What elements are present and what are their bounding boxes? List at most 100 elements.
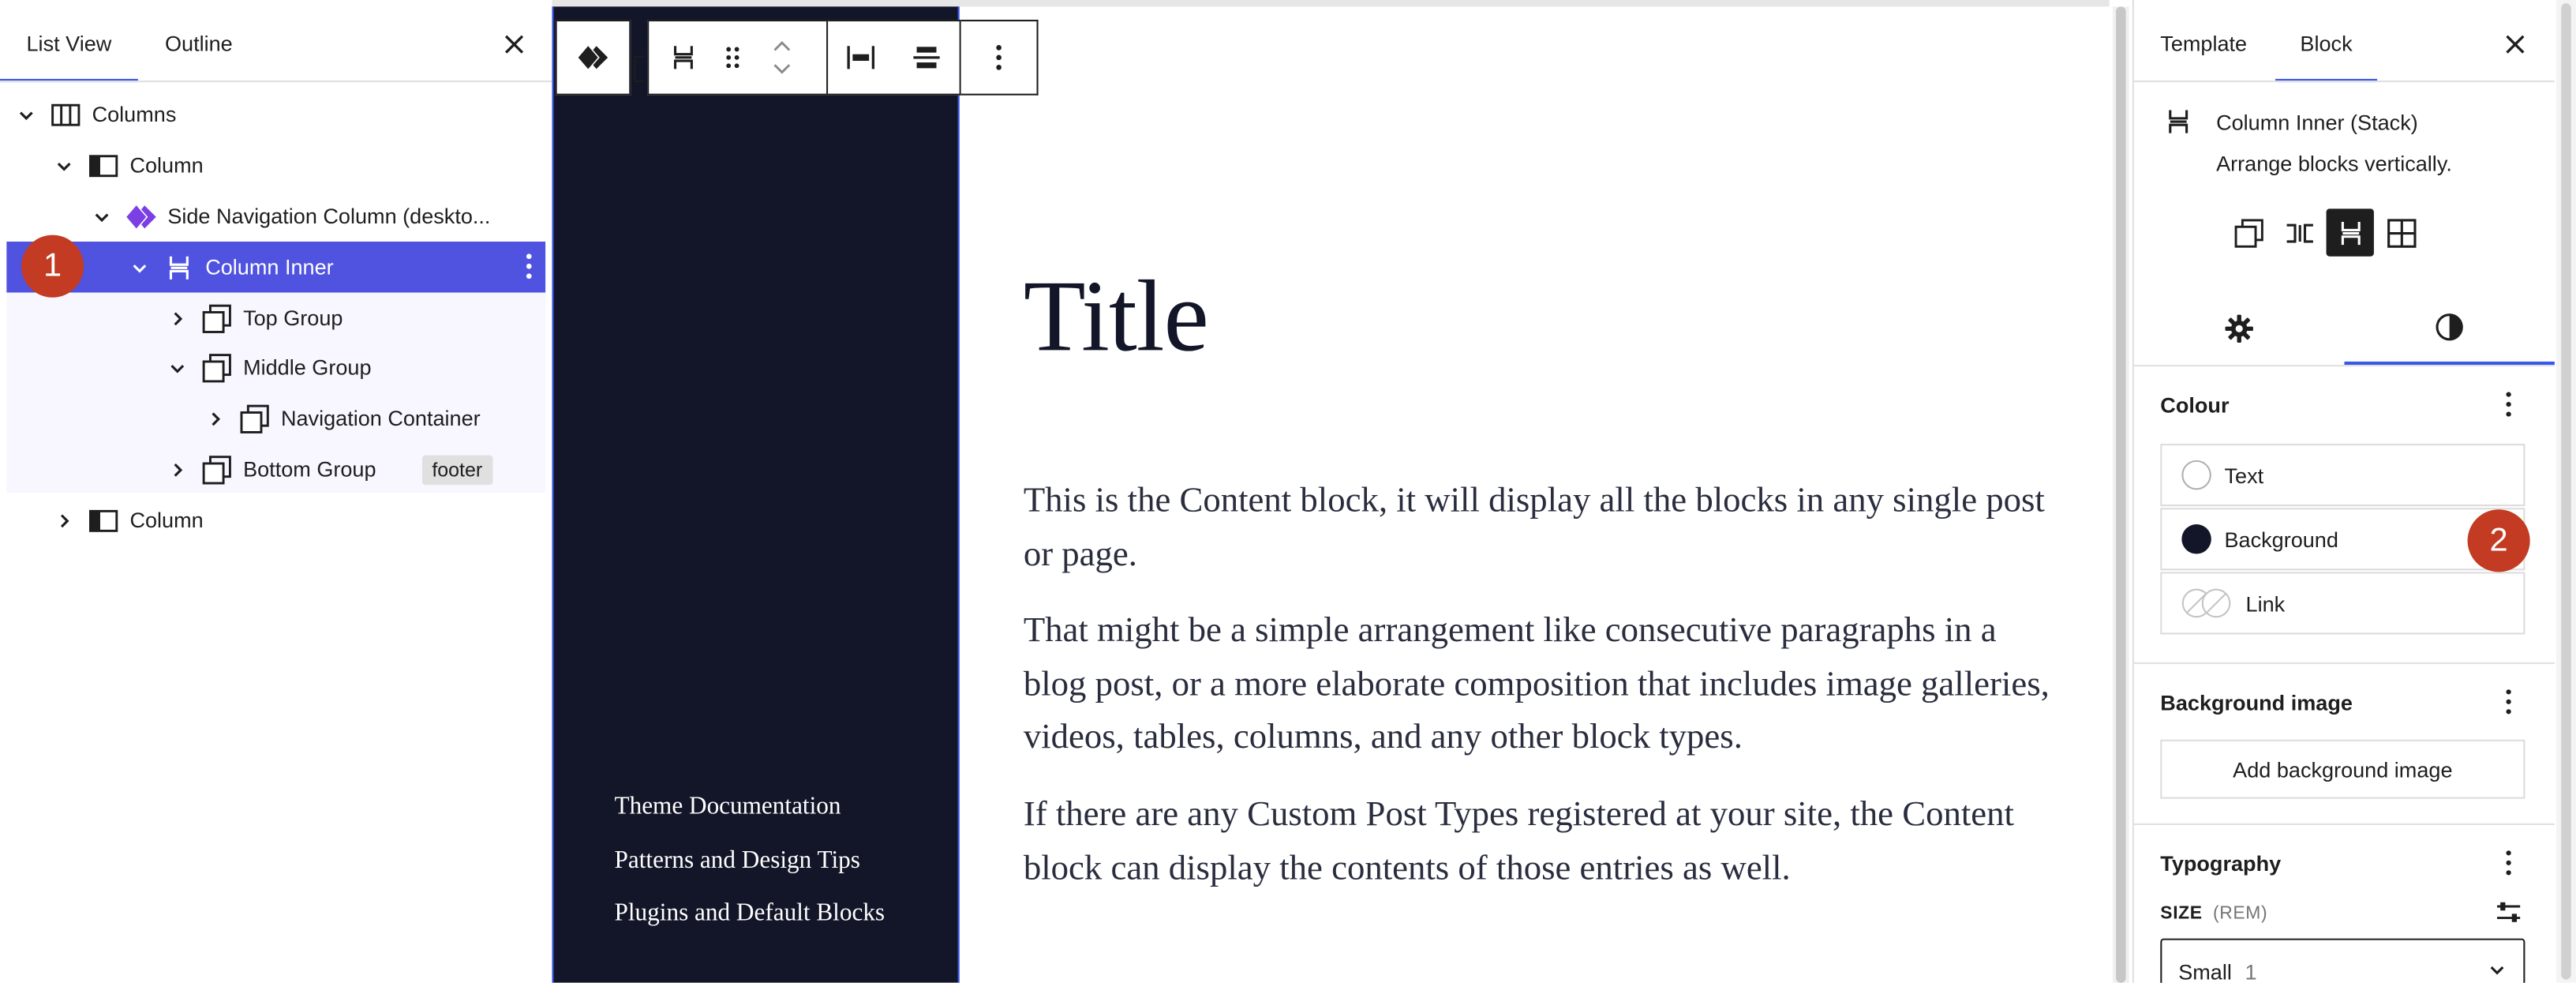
list-view-panel: List View Outline Columns Column Side Na… bbox=[0, 0, 554, 983]
tab-styles[interactable] bbox=[2344, 293, 2555, 366]
font-size-select[interactable]: Small 1 bbox=[2160, 938, 2525, 983]
move-up-down-buttons[interactable] bbox=[758, 21, 807, 94]
block-switcher-group bbox=[647, 19, 829, 96]
tab-block[interactable]: Block bbox=[2275, 0, 2378, 83]
more-options-button[interactable] bbox=[960, 19, 1039, 96]
tree-item-label: Column bbox=[129, 152, 204, 178]
chevron-down-icon[interactable] bbox=[13, 101, 39, 127]
canvas-scrollbar[interactable] bbox=[2112, 6, 2129, 983]
tab-block-label: Block bbox=[2300, 31, 2353, 56]
post-title[interactable]: Title bbox=[1024, 260, 1209, 377]
colour-text-item[interactable]: Text bbox=[2160, 444, 2525, 507]
typography-options-button[interactable] bbox=[2489, 843, 2529, 883]
link-color-swatch bbox=[2181, 588, 2233, 618]
colour-options-button[interactable] bbox=[2489, 385, 2529, 424]
add-background-image-button[interactable]: Add background image bbox=[2160, 739, 2525, 799]
close-icon bbox=[504, 35, 524, 54]
group-icon bbox=[200, 302, 234, 335]
block-card-icon bbox=[2167, 108, 2190, 134]
colour-link-item[interactable]: Link bbox=[2160, 572, 2525, 635]
tree-item-column[interactable]: Column bbox=[0, 140, 552, 191]
chevron-down-icon[interactable] bbox=[126, 254, 152, 280]
tree-item-label: Top Group bbox=[243, 306, 343, 331]
chevron-right-icon[interactable] bbox=[164, 305, 190, 331]
sidebar-scrollbar[interactable] bbox=[2555, 0, 2576, 983]
columns-icon bbox=[49, 98, 82, 131]
canvas-top-border bbox=[552, 0, 2110, 7]
scrollbar-thumb[interactable] bbox=[2561, 3, 2571, 980]
parent-selector-button[interactable] bbox=[555, 19, 631, 96]
tab-template[interactable]: Template bbox=[2160, 0, 2259, 82]
gear-icon bbox=[2225, 314, 2253, 343]
content-paragraph-1[interactable]: This is the Content block, it will displ… bbox=[1024, 474, 2058, 580]
background-image-options-button[interactable] bbox=[2489, 682, 2529, 722]
more-vertical-icon bbox=[2506, 689, 2511, 715]
side-navigation-column[interactable] bbox=[552, 6, 960, 983]
background-color-swatch bbox=[2181, 524, 2211, 554]
tab-template-label: Template bbox=[2160, 31, 2248, 56]
styles-half-circle-icon bbox=[2436, 313, 2463, 341]
tree-item-middle-group[interactable]: Middle Group bbox=[0, 342, 552, 393]
typography-section-title: Typography bbox=[2160, 851, 2282, 876]
group-icon bbox=[238, 402, 271, 435]
tab-list-view[interactable]: List View bbox=[0, 0, 138, 83]
chevron-down-icon[interactable] bbox=[772, 62, 792, 76]
variation-row-button[interactable] bbox=[2275, 208, 2323, 256]
nav-link-plugins-default-blocks[interactable]: Plugins and Default Blocks bbox=[615, 901, 886, 929]
row-options-icon[interactable] bbox=[526, 253, 532, 280]
tree-item-column-2[interactable]: Column bbox=[0, 495, 552, 546]
tree-item-label: Column bbox=[129, 508, 204, 533]
settings-sidebar: Template Block Column Inner (Stack) Arra… bbox=[2132, 0, 2555, 983]
section-divider bbox=[2133, 662, 2555, 664]
column-icon bbox=[87, 148, 120, 182]
colour-item-label: Link bbox=[2245, 591, 2286, 616]
row-icon bbox=[2286, 223, 2312, 242]
stack-icon bbox=[2169, 110, 2188, 133]
tree-item-bottom-group[interactable]: Bottom Group footer bbox=[0, 444, 552, 495]
tree-item-columns[interactable]: Columns bbox=[0, 88, 552, 140]
tab-settings[interactable] bbox=[2134, 293, 2344, 366]
nav-link-theme-documentation[interactable]: Theme Documentation bbox=[615, 794, 841, 821]
chevron-down-icon[interactable] bbox=[164, 355, 190, 381]
tree-item-side-navigation-column[interactable]: Side Navigation Column (deskto... bbox=[0, 190, 552, 242]
chevron-right-icon[interactable] bbox=[51, 507, 77, 533]
block-toolbar bbox=[555, 19, 1039, 96]
subtabs-divider bbox=[2133, 365, 2555, 367]
scrollbar-thumb[interactable] bbox=[2116, 6, 2126, 983]
colour-item-label: Text bbox=[2224, 462, 2264, 488]
stack-block-switcher-button[interactable] bbox=[659, 21, 708, 94]
variation-stack-button[interactable] bbox=[2326, 208, 2374, 257]
chevron-right-icon[interactable] bbox=[164, 456, 190, 482]
tree-item-label: Middle Group bbox=[243, 355, 372, 380]
chevron-right-icon[interactable] bbox=[202, 405, 228, 431]
editor-canvas[interactable]: Theme Documentation Patterns and Design … bbox=[552, 0, 2110, 983]
justification-button[interactable] bbox=[837, 21, 886, 94]
stack-icon bbox=[2340, 220, 2360, 245]
chevron-down-icon[interactable] bbox=[88, 203, 114, 229]
tree-item-column-inner[interactable]: Column Inner bbox=[6, 241, 546, 293]
font-size-unit: (REM) bbox=[2212, 903, 2268, 924]
tree-item-top-group[interactable]: Top Group bbox=[0, 293, 552, 344]
vertical-alignment-button[interactable] bbox=[902, 21, 951, 94]
tree-item-navigation-container[interactable]: Navigation Container bbox=[0, 393, 552, 445]
variation-grid-button[interactable] bbox=[2377, 208, 2424, 256]
tab-outline[interactable]: Outline bbox=[138, 0, 260, 82]
tab-outline-label: Outline bbox=[164, 31, 233, 56]
content-paragraph-2[interactable]: That might be a simple arrangement like … bbox=[1024, 603, 2058, 764]
chevron-down-icon[interactable] bbox=[51, 152, 77, 178]
add-background-image-label: Add background image bbox=[2233, 756, 2453, 782]
content-paragraph-3[interactable]: If there are any Custom Post Types regis… bbox=[1024, 787, 2058, 894]
variation-group-button[interactable] bbox=[2224, 208, 2271, 256]
font-size-label: SIZE (REM) bbox=[2160, 904, 2267, 924]
stack-icon bbox=[673, 46, 693, 69]
alignment-group bbox=[828, 19, 961, 96]
close-settings-button[interactable] bbox=[2496, 24, 2535, 64]
text-color-swatch bbox=[2181, 460, 2211, 490]
stack-icon bbox=[163, 250, 196, 283]
close-list-view-button[interactable] bbox=[495, 24, 534, 64]
custom-size-toggle[interactable] bbox=[2489, 892, 2529, 932]
drag-handle-icon bbox=[726, 47, 739, 69]
nav-link-patterns-design-tips[interactable]: Patterns and Design Tips bbox=[615, 848, 860, 876]
drag-handle[interactable] bbox=[708, 21, 757, 94]
chevron-up-icon[interactable] bbox=[772, 39, 792, 53]
